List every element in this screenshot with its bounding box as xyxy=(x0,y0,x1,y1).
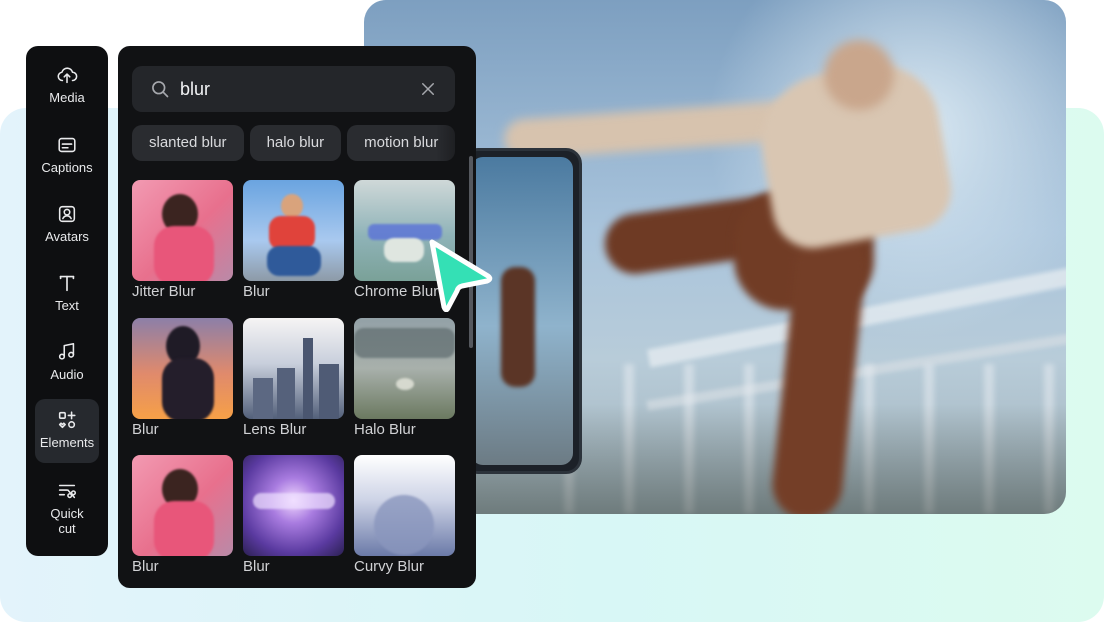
effect-thumbnail xyxy=(132,318,233,419)
effect-label: Blur xyxy=(243,283,270,300)
search-input[interactable]: blur xyxy=(132,66,455,112)
quick-cut-icon xyxy=(58,484,77,499)
sidebar-item-captions[interactable]: Captions xyxy=(35,134,99,180)
effect-label: Lens Blur xyxy=(243,421,307,438)
search-value: blur xyxy=(180,79,211,99)
effect-thumbnail xyxy=(132,180,233,281)
effect-tile[interactable]: Jitter Blur xyxy=(132,180,233,300)
effect-tile[interactable]: Halo Blur xyxy=(354,318,455,438)
effect-label: Jitter Blur xyxy=(132,283,196,300)
avatar-icon xyxy=(58,205,76,223)
suggestion-chips: slanted blur halo blur motion blur xyxy=(132,125,476,161)
effect-tile[interactable]: Blur xyxy=(243,455,344,575)
sidebar-item-label: Avatars xyxy=(45,229,89,244)
search-icon xyxy=(152,81,169,98)
sidebar-item-audio[interactable]: Audio xyxy=(35,341,99,387)
sidebar-item-label: Elements xyxy=(39,435,95,450)
mouse-pointer-icon xyxy=(429,239,493,312)
sidebar-item-text[interactable]: Text xyxy=(35,272,99,318)
effect-label: Blur xyxy=(132,421,159,438)
sidebar-item-elements[interactable]: Elements xyxy=(35,399,99,463)
effect-thumbnail xyxy=(354,455,455,556)
text-icon xyxy=(59,275,75,292)
sidebar-item-label: Quick cut xyxy=(50,506,84,536)
sidebar-item-media[interactable]: Media xyxy=(35,64,99,110)
effect-label: Curvy Blur xyxy=(354,558,425,575)
effect-thumbnail xyxy=(243,455,344,556)
sidebar-item-quick-cut[interactable]: Quick cut xyxy=(35,480,99,542)
effect-label: Blur xyxy=(243,558,270,575)
sidebar-item-label: Audio xyxy=(50,367,84,382)
effect-thumbnail xyxy=(243,180,344,281)
close-icon[interactable] xyxy=(419,80,437,98)
effect-tile[interactable]: Curvy Blur xyxy=(354,455,455,575)
effect-tile[interactable]: Blur xyxy=(243,180,344,300)
elements-icon xyxy=(58,411,76,429)
chip-halo-blur[interactable]: halo blur xyxy=(249,125,342,161)
chip-slanted-blur[interactable]: slanted blur xyxy=(132,125,244,161)
sidebar-item-label: Captions xyxy=(41,160,93,175)
music-note-icon xyxy=(58,342,75,360)
effect-thumbnail xyxy=(243,318,344,419)
cloud-upload-icon xyxy=(57,67,78,84)
sidebar-nav: Media Captions Avatars Text Audio Elemen… xyxy=(26,46,108,556)
effect-tile[interactable]: Lens Blur xyxy=(243,318,344,438)
captions-icon xyxy=(58,137,76,153)
effect-label: Blur xyxy=(132,558,159,575)
effect-thumbnail xyxy=(354,318,455,419)
effect-label: Halo Blur xyxy=(354,421,416,438)
sidebar-item-label: Media xyxy=(49,90,85,105)
elements-panel: blur slanted blur halo blur motion blur Ji… xyxy=(118,46,476,588)
effect-tile[interactable]: Blur xyxy=(132,318,233,438)
sidebar-item-avatars[interactable]: Avatars xyxy=(35,203,99,249)
sidebar-item-label: Text xyxy=(55,298,79,313)
effect-thumbnail xyxy=(132,455,233,556)
effect-tile[interactable]: Blur xyxy=(132,455,233,575)
